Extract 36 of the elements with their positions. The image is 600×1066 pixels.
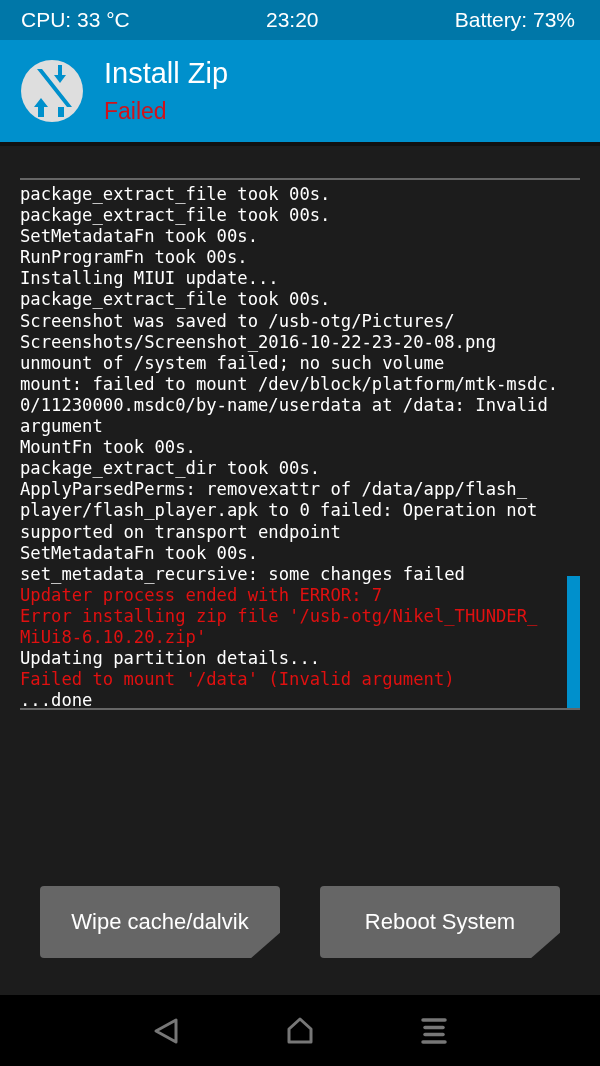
log-line: Updating partition details...	[20, 648, 322, 670]
log-line: ...done	[20, 690, 94, 712]
log-line: argument	[20, 416, 104, 438]
log-line: package_extract_file took 00s.	[20, 184, 332, 206]
log-line: MountFn took 00s.	[20, 437, 197, 459]
log-line: Installing MIUI update...	[20, 268, 280, 290]
log-line: supported on transport endpoint	[20, 521, 342, 543]
log-line: ApplyParsedPerms: removexattr of /data/app/flash_	[20, 479, 529, 501]
install-status: Failed	[104, 98, 168, 125]
log-line: unmount of /system failed; no such volume	[20, 352, 446, 374]
log-line: SetMetadataFn took 00s.	[20, 226, 259, 248]
logo-icon	[20, 59, 84, 123]
log-line: Failed to mount '/data' (Invalid argument)	[20, 669, 456, 691]
log-line: 0/11230000.msdc0/by-name/userdata at /data: Invalid	[20, 394, 549, 417]
log-line: set_metadata_recursive: some changes failed	[20, 563, 466, 585]
log-line: package_extract_dir took 00s.	[20, 458, 322, 480]
log-line: Screenshots/Screenshot_2016-10-22-23-20-08.png	[20, 331, 497, 353]
menu-icon[interactable]	[420, 1017, 447, 1044]
action-button[interactable]: Reboot System	[320, 886, 560, 958]
log-line: Screenshot was saved to /usb-otg/Pictures/	[20, 310, 456, 332]
log-line: package_extract_file took 00s.	[20, 289, 332, 311]
cpu-temperature: CPU: 33 °C	[21, 8, 130, 32]
screen-title: Install Zip	[104, 57, 229, 90]
log-line: package_extract_file took 00s.	[20, 205, 332, 227]
log-line: SetMetadataFn took 00s.	[20, 542, 259, 564]
back-icon[interactable]	[153, 1016, 180, 1045]
log-line: mount: failed to mount /dev/block/platform/mtk-msdc.	[20, 373, 560, 395]
action-button[interactable]: Wipe cache/dalvik	[40, 886, 280, 958]
battery-level: Battery: 73%	[454, 8, 575, 32]
log-line: MiUi8-6.10.20.zip'	[20, 626, 208, 649]
log-line: RunProgramFn took 00s.	[20, 247, 249, 269]
clock: 23:20	[266, 8, 319, 32]
log-line: Updater process ended with ERROR: 7	[20, 584, 384, 606]
log-line: player/flash_player.apk to 0 failed: Operation not	[20, 500, 539, 522]
home-icon[interactable]	[286, 1016, 314, 1045]
log-line: Error installing zip file '/usb-otg/Nikel_THUNDER_	[20, 605, 539, 627]
